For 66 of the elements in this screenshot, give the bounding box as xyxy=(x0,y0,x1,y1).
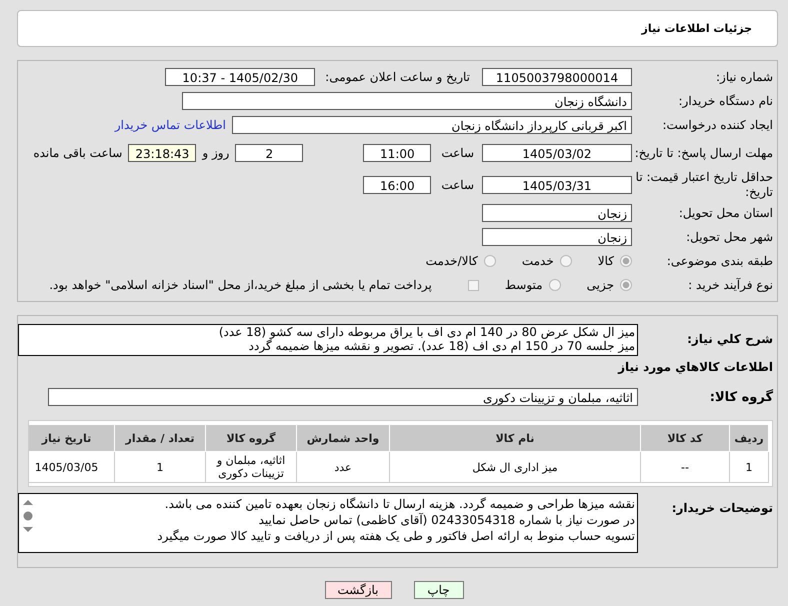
description-line: میز جلسه 70 در 150 ام دی اف (18 عدد). تصویر و نقشه میزها ضمیمه گردد xyxy=(248,339,635,353)
radio-button[interactable] xyxy=(560,255,572,267)
days-field: 2 xyxy=(235,144,304,162)
field-label: شرح کلي نياز: xyxy=(686,331,773,347)
field-label: نوع فرآیند خرید : xyxy=(687,278,773,292)
column-header: واحد شمارش xyxy=(296,424,390,452)
field-label: ساعت xyxy=(441,146,474,160)
goods-group-field: اثاثیه، مبلمان و تزیینات دکوری xyxy=(48,388,638,406)
action-button[interactable]: چاپ xyxy=(414,581,464,599)
buyer-org-field: دانشگاه زنجان xyxy=(182,92,632,110)
field-label: ایجاد کننده درخواست: xyxy=(661,118,773,132)
radio-label: کالا xyxy=(598,254,614,268)
table-cell: میز اداری ال شکل xyxy=(390,452,640,482)
field-label: طبقه بندی موضوعی: xyxy=(666,254,773,268)
deadline-date-field: 1405/03/02 xyxy=(482,144,632,162)
column-header: کد کالا xyxy=(640,424,730,452)
radio-label: متوسط xyxy=(504,278,543,292)
field-label: حداقل تاریخ اعتبار قیمت: تا تاریخ: xyxy=(634,170,773,200)
field-label: روز و xyxy=(202,146,230,160)
notes-line: تسویه حساب منوط به ارائه اصل فاکتور و طی یک هفته پس از دریافت و تایید کالا صورت میگیرد xyxy=(157,528,635,544)
radio-button[interactable] xyxy=(620,279,632,291)
checkbox[interactable] xyxy=(468,280,479,290)
notes-line: در صورت نیاز با شماره 02433054318 (آقای کاظمی) تماس حاصل نمایید xyxy=(258,512,635,528)
table-cell: اثاثیه، مبلمان و تزیینات دکوری xyxy=(206,452,296,482)
buyer-contact-link[interactable]: اطلاعات تماس خریدار xyxy=(114,118,226,132)
radio-button[interactable] xyxy=(548,279,561,291)
radio-label: خدمت xyxy=(522,254,554,268)
action-button[interactable]: بازگشت xyxy=(324,581,392,599)
need-number-field: 1105003798000014 xyxy=(482,68,632,86)
city-field: زنجان xyxy=(482,228,632,246)
field-label: نام دستگاه خریدار: xyxy=(678,94,773,108)
radio-button[interactable] xyxy=(484,255,496,267)
field-label: ساعت باقی مانده xyxy=(33,146,122,160)
announce-date-field: 1405/02/30 - 10:37 xyxy=(165,68,316,86)
field-label: توضیحات خریدار: xyxy=(670,500,773,516)
table-cell: 1405/03/05 xyxy=(29,452,114,482)
column-header: تاریخ نیاز xyxy=(29,424,114,452)
validity-date-field: 1405/03/31 xyxy=(482,176,632,194)
radio-button[interactable] xyxy=(620,255,632,267)
column-header: گروه کالا xyxy=(206,424,296,452)
field-label: مهلت ارسال پاسخ: تا تاریخ: xyxy=(634,146,773,160)
table-cell: -- xyxy=(640,452,730,482)
field-label: تاریخ و ساعت اعلان عمومی: xyxy=(325,70,470,84)
creator-field: اکبر قربانی کارپرداز دانشگاه زنجان xyxy=(232,116,632,134)
checkbox-label: پرداخت تمام یا بخشی از مبلغ خرید،از محل "اسناد خزانه اسلامی" خواهد بود. xyxy=(49,278,432,292)
field-label: شهر محل تحویل: xyxy=(685,230,773,244)
description-line: میز ال شکل عرض 80 در 140 ام دی اف با یراق مربوطه دارای سه کشو (18 عدد) xyxy=(218,325,635,339)
column-header: نام کالا xyxy=(390,424,640,452)
table-cell: 1 xyxy=(730,452,768,482)
province-field: زنجان xyxy=(482,204,632,222)
table-cell: 1 xyxy=(114,452,206,482)
field-label: ساعت xyxy=(441,178,474,192)
field-label: شماره نیاز: xyxy=(715,70,773,84)
validity-time-field: 16:00 xyxy=(363,176,432,194)
radio-label: جزیی xyxy=(586,278,614,292)
field-label: گروه کالا: xyxy=(708,390,773,404)
field-label: استان محل تحویل: xyxy=(678,206,773,220)
page-title: جزئیات اطلاعات نیاز xyxy=(642,22,752,35)
column-header: تعداد / مقدار xyxy=(114,424,206,452)
column-header: ردیف xyxy=(730,424,768,452)
deadline-time-field: 11:00 xyxy=(363,144,432,162)
notes-line: نقشه میزها طراحی و ضمیمه گردد. هزینه ارسال تا دانشگاه زنجان بعهده تامین کننده می باشد. xyxy=(164,496,635,512)
table-cell: عدد xyxy=(296,452,390,482)
section-title: اطلاعات کالاهاي مورد نياز xyxy=(616,360,774,374)
radio-label: کالا/خدمت xyxy=(426,254,478,268)
remaining-time-field: 23:18:43 xyxy=(128,144,196,162)
